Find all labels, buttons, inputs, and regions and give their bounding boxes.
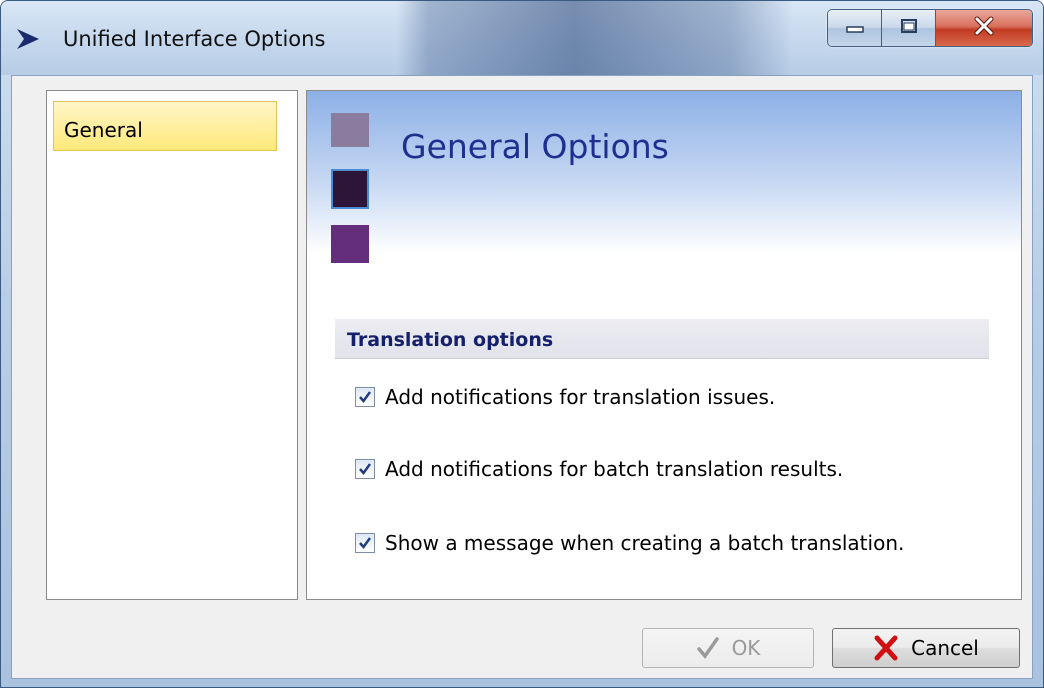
section-header: Translation options [335,319,989,359]
option-batch-message[interactable]: Show a message when creating a batch tra… [355,531,904,555]
option-label: Add notifications for batch translation … [385,457,844,481]
options-content-panel: General Options Translation options Add … [306,90,1022,600]
maximize-button[interactable] [882,10,936,46]
arrow-right-icon [15,27,41,51]
minimize-button[interactable] [828,10,882,46]
color-swatch-2 [331,169,369,209]
checkbox[interactable] [355,459,375,479]
option-batch-results[interactable]: Add notifications for batch translation … [355,457,843,481]
color-swatch-1 [331,113,369,147]
checkbox[interactable] [355,533,375,553]
cancel-button[interactable]: Cancel [832,628,1020,668]
ok-button[interactable]: OK [642,628,814,668]
ok-label: OK [731,636,761,660]
title-bar[interactable]: Unified Interface Options [1,1,1043,75]
maximize-icon [900,18,918,38]
color-swatch-3 [331,225,369,263]
nav-item-general[interactable]: General [53,101,277,151]
option-label: Add notifications for translation issues… [385,385,776,409]
options-nav-list: General [46,90,298,600]
checkmark-icon [696,636,720,660]
close-button[interactable] [936,10,1032,46]
option-translation-issues[interactable]: Add notifications for translation issues… [355,385,775,409]
option-label: Show a message when creating a batch tra… [385,531,905,555]
dialog-client-area: General General Options Translation opti… [11,75,1033,679]
options-window: Unified Interface Options General Genera… [0,0,1044,688]
window-controls [827,9,1033,47]
close-icon [973,16,995,40]
window-title: Unified Interface Options [63,27,326,51]
red-x-icon [873,635,899,661]
checkbox[interactable] [355,387,375,407]
cancel-label: Cancel [911,636,979,660]
minimize-icon [845,19,864,38]
page-title: General Options [401,127,669,166]
section-label: Translation options [347,329,554,351]
